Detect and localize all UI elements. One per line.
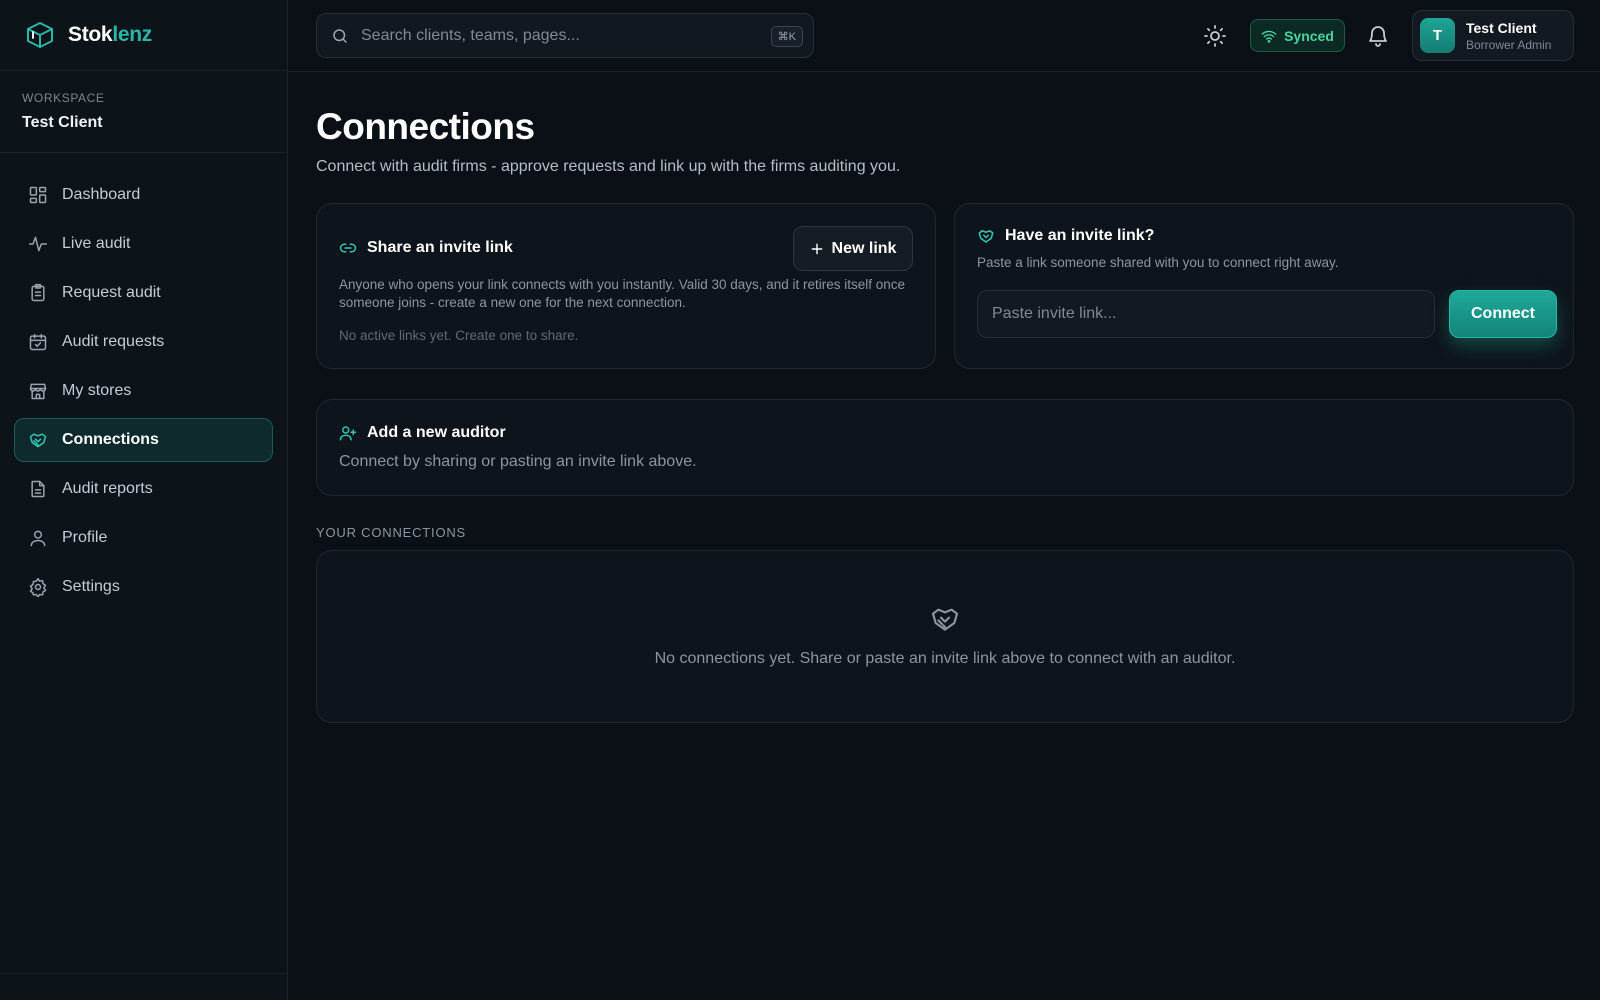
sidebar-item-live-audit[interactable]: Live audit — [14, 222, 273, 266]
activity-icon — [28, 234, 48, 254]
sidebar-item-label: Live audit — [62, 235, 131, 252]
share-invite-card: Share an invite link New link Anyone who… — [316, 203, 936, 369]
clipboard-icon — [28, 283, 48, 303]
have-invite-title-text: Have an invite link? — [1005, 227, 1155, 244]
search-shortcut-badge: ⌘K — [770, 26, 803, 47]
user-role: Borrower Admin — [1466, 37, 1552, 52]
notifications-bell-icon[interactable] — [1366, 24, 1390, 48]
calendar-check-icon — [28, 332, 48, 352]
main-content: Connections Connect with audit firms - a… — [316, 72, 1574, 723]
sync-status-badge[interactable]: Synced — [1250, 19, 1345, 52]
search-bar[interactable]: ⌘K — [316, 13, 814, 58]
plus-icon — [810, 242, 824, 256]
sync-status-label: Synced — [1284, 27, 1334, 44]
handshake-icon — [28, 430, 48, 450]
brand-name-part1: Stok — [68, 23, 113, 46]
user-name: Test Client — [1466, 19, 1537, 36]
your-connections-label: YOUR CONNECTIONS — [316, 525, 467, 540]
invite-link-input[interactable] — [977, 290, 1435, 338]
sidebar-item-label: Audit requests — [62, 333, 165, 350]
sidebar-item-label: My stores — [62, 382, 132, 399]
connect-button[interactable]: Connect — [1449, 290, 1557, 338]
have-invite-description: Paste a link someone shared with you to … — [977, 255, 1339, 270]
connections-list-card: No connections yet. Share or paste an in… — [316, 550, 1574, 723]
topbar: ⌘K Synced T Test Client Borrower Admin — [288, 0, 1600, 72]
new-link-button[interactable]: New link — [793, 226, 913, 271]
sidebar-item-request-audit[interactable]: Request audit — [14, 271, 273, 315]
store-icon — [28, 381, 48, 401]
share-invite-title-text: Share an invite link — [367, 239, 513, 256]
add-auditor-description: Connect by sharing or pasting an invite … — [339, 453, 697, 470]
sidebar-item-label: Audit reports — [62, 480, 153, 497]
brand-name: Stoklenz — [68, 23, 152, 47]
sidebar-item-connections[interactable]: Connections — [14, 418, 273, 462]
user-icon — [28, 528, 48, 548]
sidebar-item-label: Request audit — [62, 284, 161, 301]
sidebar-item-profile[interactable]: Profile — [14, 516, 273, 560]
sidebar-item-label: Dashboard — [62, 186, 141, 203]
workspace-name: Test Client — [22, 114, 103, 131]
sidebar-item-dashboard[interactable]: Dashboard — [14, 173, 273, 217]
search-input[interactable] — [361, 26, 813, 45]
link-icon — [339, 239, 357, 257]
share-invite-empty-text: No active links yet. Create one to share… — [339, 328, 579, 343]
theme-toggle-sun-icon[interactable] — [1203, 24, 1227, 48]
gear-icon — [28, 577, 48, 597]
share-invite-description: Anyone who opens your link connects with… — [339, 277, 906, 310]
workspace-panel[interactable]: WORKSPACE Test Client — [0, 71, 287, 153]
avatar: T — [1420, 18, 1455, 53]
share-invite-title: Share an invite link — [339, 239, 513, 257]
dashboard-icon — [28, 185, 48, 205]
sidebar-item-audit-reports[interactable]: Audit reports — [14, 467, 273, 511]
brand-name-part2: lenz — [112, 23, 152, 46]
workspace-label: WORKSPACE — [22, 91, 105, 105]
page-title: Connections — [316, 106, 535, 147]
sidebar-item-settings[interactable]: Settings — [14, 565, 273, 609]
user-plus-icon — [339, 424, 357, 442]
search-icon — [331, 27, 349, 45]
sidebar-footer-divider — [0, 973, 287, 974]
user-menu[interactable]: T Test Client Borrower Admin — [1412, 10, 1574, 61]
sidebar-item-label: Profile — [62, 529, 108, 546]
connections-empty-text: No connections yet. Share or paste an in… — [654, 650, 1236, 667]
user-info: Test Client Borrower Admin — [1466, 20, 1551, 52]
sidebar-item-audit-requests[interactable]: Audit requests — [14, 320, 273, 364]
brand[interactable]: Stoklenz — [0, 0, 287, 71]
add-auditor-card: Add a new auditor Connect by sharing or … — [316, 399, 1574, 496]
logo-icon — [24, 20, 56, 50]
add-auditor-title: Add a new auditor — [339, 424, 506, 442]
have-invite-title: Have an invite link? — [977, 227, 1154, 245]
handshake-icon — [929, 603, 961, 635]
sidebar-item-my-stores[interactable]: My stores — [14, 369, 273, 413]
handshake-icon — [977, 227, 995, 245]
sidebar-item-label: Settings — [62, 578, 120, 595]
sidebar: Stoklenz WORKSPACE Test Client Dashboard… — [0, 0, 288, 1000]
new-link-label: New link — [831, 239, 897, 257]
wifi-icon — [1261, 28, 1277, 44]
sidebar-item-label: Connections — [62, 431, 159, 448]
add-auditor-title-text: Add a new auditor — [367, 424, 506, 441]
page-subtitle: Connect with audit firms - approve reque… — [316, 158, 901, 175]
sidebar-nav: Dashboard Live audit Request audit Audit… — [0, 153, 287, 609]
have-invite-card: Have an invite link? Paste a link someon… — [954, 203, 1574, 369]
file-text-icon — [28, 479, 48, 499]
